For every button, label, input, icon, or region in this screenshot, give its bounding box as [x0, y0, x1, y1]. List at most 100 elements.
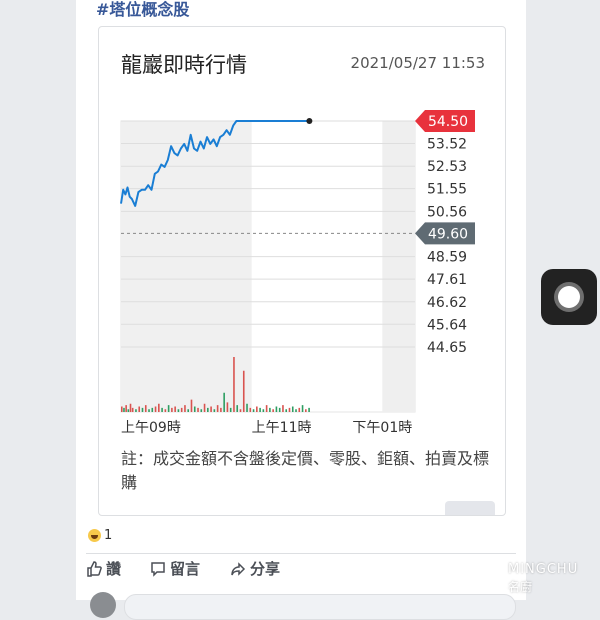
volume-bar	[275, 406, 278, 412]
x-tick-label: 上午09時	[121, 420, 181, 436]
volume-bar	[278, 407, 281, 412]
card-more-button[interactable]	[445, 501, 495, 515]
last-price-dot	[306, 118, 313, 124]
volume-bar	[141, 407, 144, 412]
volume-bar	[291, 406, 294, 412]
volume-bar	[203, 403, 206, 412]
volume-bar	[131, 407, 134, 412]
volume-bar	[252, 409, 255, 412]
volume-bar	[298, 407, 301, 412]
volume-bar	[158, 403, 160, 412]
volume-bar	[213, 409, 216, 412]
volume-bar	[229, 407, 232, 412]
hashtag-link[interactable]: #塔位概念股	[96, 0, 189, 20]
y-tick-label: 46.62	[427, 295, 467, 311]
y-tick-label: 52.53	[427, 159, 467, 175]
volume-bar	[190, 399, 193, 412]
volume-bar	[288, 407, 291, 412]
comment-icon	[150, 561, 166, 577]
y-tick-label: 53.52	[427, 136, 467, 152]
volume-bar	[239, 409, 242, 412]
stock-quote-card[interactable]: 龍巖即時行情 2021/05/27 11:53 53.52 52.53 51.55 5…	[98, 26, 506, 516]
volume-bar	[167, 405, 170, 412]
volume-bar	[216, 405, 219, 412]
post-card: #塔位概念股 龍巖即時行情 2021/05/27 11:53 53.52 52.5…	[76, 0, 526, 620]
volume-bar	[174, 406, 176, 412]
volume-bar	[301, 405, 304, 412]
action-bar: 讚 留言 分享	[76, 558, 526, 584]
watermark-en: MINGCHU	[508, 562, 579, 577]
haha-emoji-icon	[88, 529, 101, 542]
reaction-summary[interactable]: 1	[88, 528, 112, 543]
volume-bar	[246, 403, 248, 412]
reference-price-label: 49.60	[428, 226, 468, 242]
volume-bar	[129, 403, 132, 412]
volume-bar	[207, 407, 209, 412]
volume-bar	[220, 407, 222, 412]
volume-bar	[265, 405, 268, 412]
assistive-touch-button[interactable]	[541, 269, 597, 325]
volume-bar	[210, 406, 212, 412]
volume-bar	[269, 407, 271, 412]
y-tick-label: 44.65	[427, 340, 467, 356]
y-tick-label: 48.59	[427, 250, 467, 266]
assistive-touch-icon	[554, 282, 584, 312]
volume-bar	[148, 409, 150, 412]
volume-bar	[121, 406, 123, 412]
share-label: 分享	[250, 560, 281, 578]
watermark-zh: 名廚	[508, 580, 533, 594]
x-tick-label: 下午01時	[352, 420, 412, 436]
volume-bar	[223, 392, 225, 412]
volume-bar	[123, 407, 125, 412]
volume-bar	[171, 407, 173, 412]
volume-bar	[177, 409, 180, 412]
volume-bar	[127, 409, 130, 412]
closing-shade	[382, 121, 415, 412]
reaction-count: 1	[104, 528, 113, 543]
comment-label: 留言	[170, 560, 201, 578]
intraday-chart: 53.52 52.53 51.55 50.56 48.59 47.61 46.62 45.64…	[120, 110, 475, 436]
volume-bar	[144, 405, 147, 412]
volume-bar	[305, 409, 307, 412]
like-label: 讚	[106, 560, 122, 578]
comment-button[interactable]: 留言	[150, 558, 200, 579]
volume-bar	[125, 405, 127, 412]
elapsed-shade	[121, 121, 252, 412]
volume-bar	[242, 370, 245, 412]
volume-bar	[285, 409, 288, 412]
avatar[interactable]	[90, 592, 116, 618]
volume-bar	[295, 409, 297, 412]
y-tick-label: 45.64	[427, 317, 467, 333]
volume-bar	[236, 405, 239, 412]
divider	[86, 553, 516, 554]
share-icon	[230, 561, 246, 577]
volume-bar	[187, 409, 190, 412]
volume-bar	[249, 407, 252, 412]
y-tick-label: 51.55	[427, 182, 467, 198]
volume-bar	[256, 406, 258, 412]
volume-bar	[184, 405, 186, 412]
volume-bar	[138, 406, 141, 412]
y-tick-label: 47.61	[427, 272, 467, 288]
volume-bar	[200, 409, 203, 412]
volume-bar	[308, 407, 310, 412]
current-price-label: 54.50	[428, 114, 468, 130]
watermark: MINGCHU 名廚	[500, 560, 600, 600]
volume-bar	[135, 409, 137, 412]
volume-bar	[197, 407, 199, 412]
volume-bar	[259, 407, 261, 412]
volume-bar	[164, 409, 167, 412]
like-button[interactable]: 讚	[86, 558, 121, 579]
chart-footnote: 註：成交金額不含盤後定價、零股、鉅額、拍賣及標購	[121, 449, 490, 492]
volume-bar	[272, 409, 274, 412]
volume-bar	[226, 402, 229, 412]
comment-input[interactable]	[124, 594, 516, 620]
share-button[interactable]: 分享	[230, 558, 280, 579]
volume-bar	[262, 409, 265, 412]
volume-bar	[180, 407, 183, 412]
x-tick-label: 上午11時	[252, 420, 312, 436]
thumbs-up-icon	[86, 560, 102, 577]
y-tick-label: 50.56	[427, 204, 467, 220]
volume-bar	[233, 357, 235, 412]
volume-bar	[282, 405, 284, 412]
